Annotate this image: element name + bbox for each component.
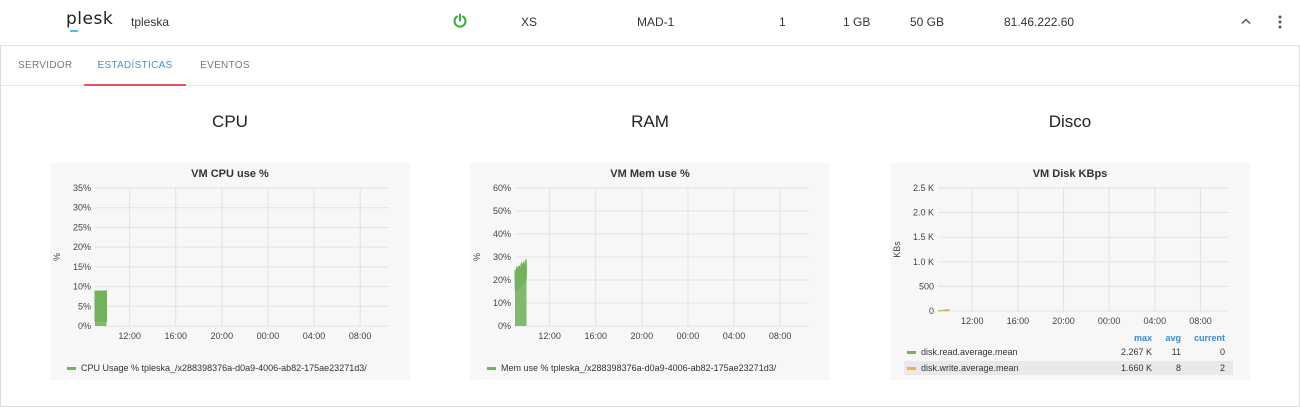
y-tick-label: 60%	[493, 183, 511, 193]
x-tick-label: 20:00	[1052, 316, 1075, 326]
cpu-chart-panel[interactable]: VM CPU use %% 0% 5% 10% 15% 20% 25% 30% 35% 12:00…	[50, 163, 410, 380]
legend-label: CPU Usage % tpleska_/x288398376a-d0a9-40…	[81, 363, 367, 373]
x-tick-label: 00:00	[1098, 316, 1121, 326]
legend-avg: 8	[1176, 363, 1181, 373]
server-name[interactable]: tpleska	[131, 0, 169, 44]
disk-section-title: Disco	[1048, 112, 1092, 131]
legend-swatch	[67, 367, 76, 370]
x-tick-label: 20:00	[211, 331, 234, 341]
x-tick-label: 04:00	[723, 331, 746, 341]
y-tick-label: 30%	[493, 252, 511, 262]
chart-title: VM Disk KBps	[1033, 168, 1108, 180]
legend-avg: 11	[1172, 347, 1181, 357]
x-tick-label: 12:00	[961, 316, 984, 326]
x-tick-label: 20:00	[631, 331, 654, 341]
y-tick-label: 1.5 K	[913, 232, 934, 242]
server-plan: XS	[521, 15, 538, 29]
tab-servidor[interactable]: SERVIDOR	[18, 46, 72, 86]
x-tick-label: 16:00	[1007, 316, 1030, 326]
x-tick-label: 00:00	[257, 331, 280, 341]
y-tick-label: 35%	[73, 183, 91, 193]
x-tick-label: 16:00	[164, 331, 187, 341]
y-tick-label: 2.0 K	[913, 208, 934, 218]
x-tick-label: 08:00	[1189, 316, 1212, 326]
legend-label: disk.write.average.mean	[921, 363, 1019, 373]
y-tick-label: 40%	[493, 229, 511, 239]
server-ram: 1 GB	[843, 15, 871, 29]
y-tick-label: 25%	[73, 222, 91, 232]
series-line-0	[94, 290, 107, 322]
legend-swatch	[907, 367, 916, 370]
ram-chart: VM Mem use %% 0% 10% 20% 30% 40% 50% 60% 12:00 16…	[472, 168, 809, 373]
y-tick-label: 10%	[73, 282, 91, 292]
x-tick-label: 00:00	[677, 331, 700, 341]
server-row[interactable]: plesk tpleska XS MAD-1 1 1 GB 50 GB 81.4…	[0, 0, 1300, 46]
legend-label: disk.read.average.mean	[921, 347, 1018, 357]
legend-label: Mem use % tpleska_/x288398376a-d0a9-4006…	[501, 363, 777, 373]
x-tick-label: 04:00	[1144, 316, 1167, 326]
x-tick-label: 12:00	[538, 331, 561, 341]
y-tick-label: 0%	[498, 321, 511, 331]
disk-chart-panel[interactable]: VM Disk KBps KBs 0 500 1.0 K 1.5 K 2.0 K 2.5 K 1…	[890, 163, 1250, 380]
tab-bar: SERVIDOR ESTADÍSTICAS EVENTOS	[0, 46, 1300, 86]
y-tick-label: 500	[919, 281, 934, 291]
legend-max: 1.660 K	[1121, 363, 1152, 373]
y-tick-label: 1.0 K	[913, 257, 934, 267]
legend-max: 2.267 K	[1121, 347, 1152, 357]
y-tick-label: 20%	[73, 242, 91, 252]
x-tick-label: 16:00	[584, 331, 607, 341]
y-axis-label: %	[472, 253, 482, 261]
server-ip: 81.46.222.60	[1004, 15, 1075, 29]
x-tick-label: 12:00	[118, 331, 141, 341]
tab-eventos[interactable]: EVENTOS	[197, 46, 253, 86]
power-icon[interactable]	[452, 0, 470, 44]
plesk-logo: plesk	[66, 9, 114, 29]
y-tick-label: 15%	[73, 262, 91, 272]
ram-chart-panel[interactable]: VM Mem use %% 0% 10% 20% 30% 40% 50% 60% 12:00 16…	[470, 163, 830, 380]
y-axis-label: %	[52, 253, 62, 261]
chart-title: VM Mem use %	[610, 168, 690, 180]
tab-estadisticas[interactable]: ESTADÍSTICAS	[84, 46, 186, 86]
legend-header: avg	[1165, 333, 1181, 343]
y-tick-label: 30%	[73, 203, 91, 213]
kebab-menu-icon[interactable]	[1276, 0, 1288, 44]
y-tick-label: 2.5 K	[913, 183, 934, 193]
legend-swatch	[907, 351, 916, 354]
x-tick-label: 08:00	[349, 331, 372, 341]
disk-chart: VM Disk KBps KBs 0 500 1.0 K 1.5 K 2.0 K 2.5 K 1…	[892, 168, 1233, 375]
legend-current: 2	[1220, 363, 1225, 373]
y-axis-label: KBs	[892, 241, 902, 258]
server-cpu: 1	[779, 15, 786, 29]
x-tick-label: 08:00	[769, 331, 792, 341]
server-disk: 50 GB	[910, 15, 945, 29]
cpu-chart: VM CPU use %% 0% 5% 10% 15% 20% 25% 30% 35% 12:00…	[52, 168, 389, 373]
legend-current: 0	[1220, 347, 1225, 357]
x-tick-label: 04:00	[303, 331, 326, 341]
legend-header: max	[1134, 333, 1152, 343]
legend-swatch	[487, 367, 496, 370]
y-tick-label: 20%	[493, 275, 511, 285]
y-tick-label: 0%	[78, 321, 91, 331]
chevron-up-icon[interactable]	[1238, 0, 1254, 44]
y-tick-label: 50%	[493, 206, 511, 216]
legend-header: current	[1194, 333, 1225, 343]
chart-title: VM CPU use %	[191, 168, 269, 180]
logo-accent	[70, 30, 78, 32]
cpu-section-title: CPU	[212, 112, 248, 131]
y-tick-label: 5%	[78, 301, 91, 311]
y-tick-label: 0	[929, 306, 934, 316]
server-datacenter: MAD-1	[637, 15, 675, 29]
y-tick-label: 10%	[493, 298, 511, 308]
ram-section-title: RAM	[631, 112, 669, 131]
